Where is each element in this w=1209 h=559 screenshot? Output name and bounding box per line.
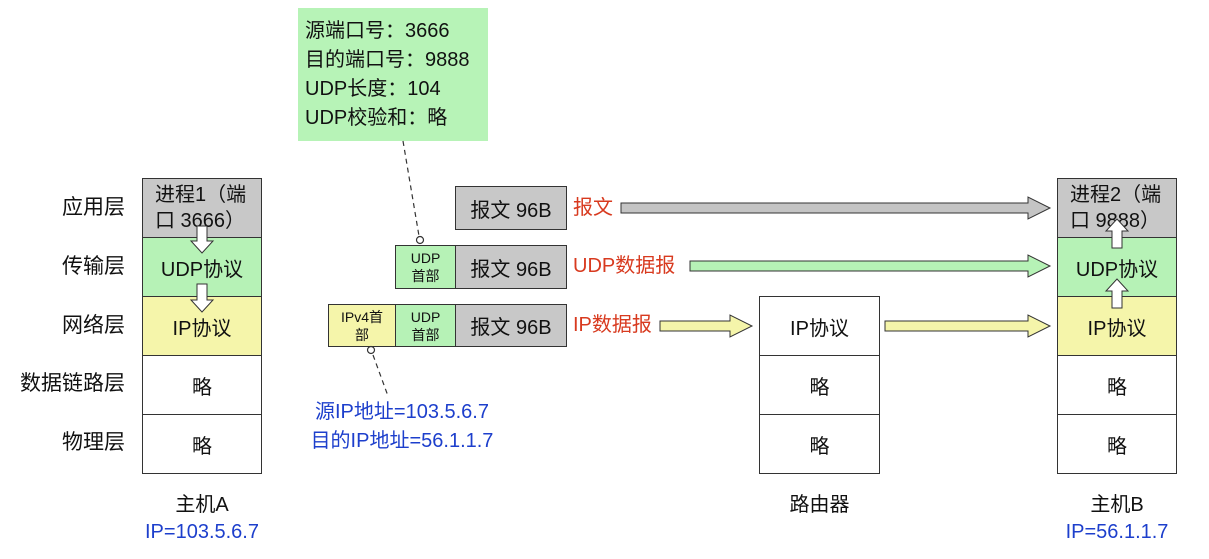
- layer-label-application: 应用层: [62, 196, 125, 219]
- host-a-network-layer: IP协议: [142, 296, 262, 356]
- ip-datagram-arrow-to-router: [659, 314, 754, 338]
- host-a-ip: IP=103.5.6.7: [145, 521, 259, 543]
- host-a-data-link-layer: 略: [142, 355, 262, 415]
- router-data-link-layer: 略: [759, 355, 880, 415]
- message-label: 报文: [573, 197, 613, 219]
- host-a-physical-layer: 略: [142, 414, 262, 474]
- router-name: 路由器: [789, 494, 850, 516]
- udp-datagram-arrow: [689, 254, 1052, 278]
- host-b-ip: IP=56.1.1.7: [1065, 521, 1169, 543]
- host-a-transport-layer: UDP协议: [142, 237, 262, 297]
- ip-datagram-udp-header-box: UDP首部: [395, 304, 456, 347]
- host-a-name: 主机A: [175, 494, 229, 516]
- ip-header-info: 源IP地址=103.5.6.7 目的IP地址=56.1.1.7: [290, 398, 514, 456]
- udp-source-port: 源端口号：3666: [305, 20, 450, 42]
- router-physical-layer: 略: [759, 414, 880, 474]
- layer-label-transport: 传输层: [62, 255, 125, 278]
- udp-length: UDP长度：104: [305, 78, 441, 100]
- host-b-physical-layer: 略: [1057, 414, 1177, 474]
- host-b-transport-layer: UDP协议: [1057, 237, 1177, 297]
- host-b-data-link-layer: 略: [1057, 355, 1177, 415]
- router-network-layer: IP协议: [759, 296, 880, 356]
- ip-datagram-arrow-to-host-b: [884, 314, 1052, 338]
- host-a-application-layer: 进程1（端口 3666）: [142, 178, 262, 238]
- host-b-application-layer: 进程2（端口 9888）: [1057, 178, 1177, 238]
- message-payload-box: 报文 96B: [455, 186, 567, 230]
- udp-datagram-udp-header-box: UDP首部: [395, 245, 456, 289]
- udp-header-callout-line: [402, 140, 420, 237]
- host-b-network-layer: IP协议: [1057, 296, 1177, 356]
- ip-datagram-payload-box: 报文 96B: [455, 304, 567, 347]
- destination-ip-address: 目的IP地址=56.1.1.7: [310, 430, 494, 452]
- udp-header-info-box: 源端口号：3666 目的端口号：9888 UDP长度：104 UDP校验和：略: [298, 8, 488, 141]
- ip-header-callout-line: [372, 354, 389, 397]
- udp-header-callout-dot: [415, 235, 425, 245]
- host-b-name: 主机B: [1090, 494, 1144, 516]
- ip-datagram-ipv4-header-box: IPv4首部: [328, 304, 396, 347]
- udp-datagram-payload-box: 报文 96B: [455, 245, 567, 289]
- message-arrow: [620, 196, 1052, 220]
- layer-label-data-link: 数据链路层: [20, 372, 125, 395]
- udp-checksum: UDP校验和：略: [305, 107, 448, 129]
- ip-datagram-label: IP数据报: [573, 314, 652, 336]
- udp-datagram-label: UDP数据报: [573, 255, 676, 277]
- ip-header-callout-dot: [366, 345, 376, 355]
- source-ip-address: 源IP地址=103.5.6.7: [315, 401, 489, 423]
- udp-destination-port: 目的端口号：9888: [305, 49, 470, 71]
- layer-label-physical: 物理层: [62, 431, 125, 454]
- layer-label-network: 网络层: [62, 314, 125, 337]
